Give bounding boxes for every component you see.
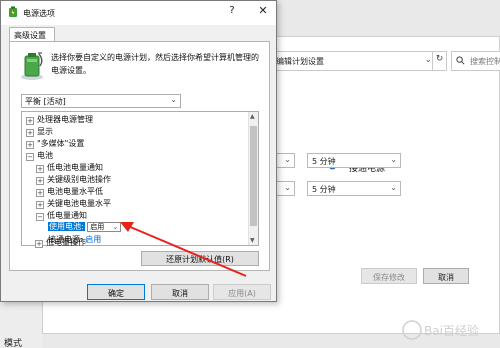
watermark-text: Bai百经验 xyxy=(424,323,479,338)
baidu-jingyan-watermark: Bai百经验 xyxy=(402,320,479,340)
annotation-arrow xyxy=(120,222,247,277)
